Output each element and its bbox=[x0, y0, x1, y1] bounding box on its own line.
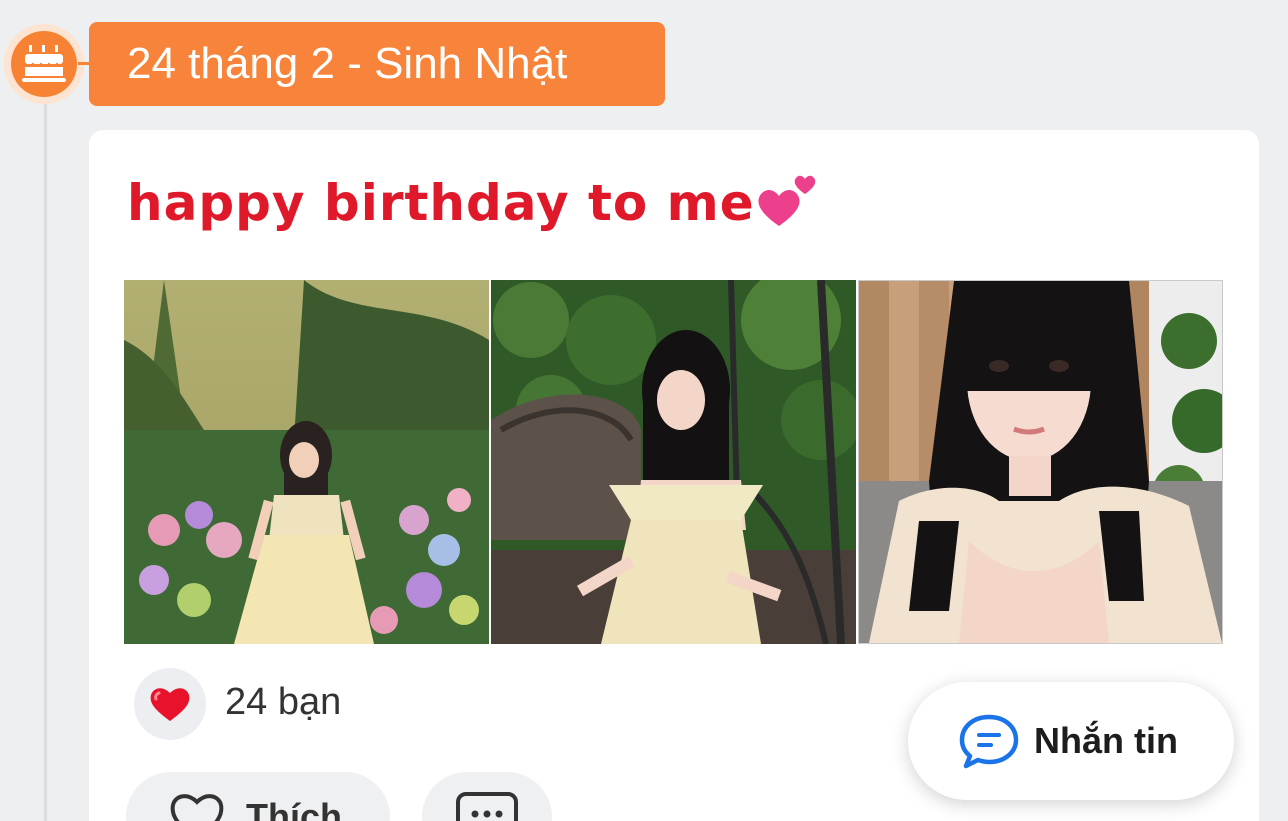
more-icon[interactable]: ••• bbox=[1161, 810, 1209, 821]
comment-icon bbox=[456, 792, 518, 821]
message-label: Nhắn tin bbox=[1034, 720, 1178, 761]
photo-garden[interactable] bbox=[124, 280, 489, 644]
like-button[interactable]: Thích bbox=[126, 772, 390, 821]
two-hearts-icon bbox=[758, 175, 815, 226]
date-badge: 24 tháng 2 - Sinh Nhật bbox=[89, 22, 665, 106]
birthday-cake-icon bbox=[22, 45, 66, 82]
comment-button[interactable] bbox=[422, 772, 552, 821]
message-button[interactable]: Nhắn tin bbox=[908, 682, 1234, 800]
timeline-marker bbox=[4, 24, 84, 104]
post-text-content: happy birthday to me bbox=[127, 174, 755, 232]
page: 24 tháng 2 - Sinh Nhật happy birthday to… bbox=[0, 0, 1288, 821]
heart-icon bbox=[150, 688, 190, 721]
reaction-heart[interactable] bbox=[134, 668, 206, 740]
photo-swing[interactable] bbox=[491, 280, 856, 644]
chat-bubble-icon bbox=[959, 714, 1019, 769]
post-text: happy birthday to me bbox=[127, 168, 819, 232]
photo-selfie[interactable] bbox=[858, 280, 1223, 644]
reaction-count[interactable]: 24 bạn bbox=[225, 681, 341, 724]
timeline-line bbox=[44, 95, 47, 821]
photo-grid bbox=[124, 280, 1224, 644]
like-label: Thích bbox=[246, 796, 342, 821]
heart-outline-icon bbox=[170, 794, 224, 821]
